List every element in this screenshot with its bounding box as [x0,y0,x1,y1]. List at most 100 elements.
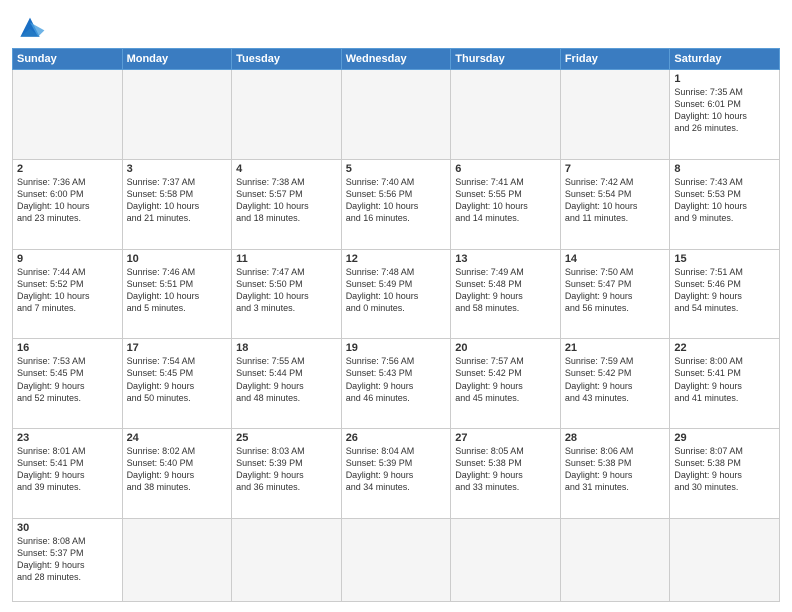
day-info: Sunrise: 7:37 AM Sunset: 5:58 PM Dayligh… [127,176,228,225]
day-number: 27 [455,432,556,444]
day-number: 1 [674,73,775,85]
logo-icon [14,14,46,42]
calendar-cell [13,70,123,160]
day-number: 25 [236,432,337,444]
day-number: 19 [346,342,447,354]
day-number: 23 [17,432,118,444]
day-info: Sunrise: 7:59 AM Sunset: 5:42 PM Dayligh… [565,355,666,404]
day-number: 30 [17,522,118,534]
calendar-cell [560,518,670,601]
calendar-cell: 1Sunrise: 7:35 AM Sunset: 6:01 PM Daylig… [670,70,780,160]
calendar-cell: 27Sunrise: 8:05 AM Sunset: 5:38 PM Dayli… [451,429,561,519]
calendar-cell: 25Sunrise: 8:03 AM Sunset: 5:39 PM Dayli… [232,429,342,519]
day-info: Sunrise: 7:57 AM Sunset: 5:42 PM Dayligh… [455,355,556,404]
day-info: Sunrise: 7:41 AM Sunset: 5:55 PM Dayligh… [455,176,556,225]
calendar-cell: 30Sunrise: 8:08 AM Sunset: 5:37 PM Dayli… [13,518,123,601]
day-info: Sunrise: 7:55 AM Sunset: 5:44 PM Dayligh… [236,355,337,404]
day-info: Sunrise: 8:04 AM Sunset: 5:39 PM Dayligh… [346,445,447,494]
day-number: 18 [236,342,337,354]
day-number: 4 [236,163,337,175]
day-number: 3 [127,163,228,175]
day-info: Sunrise: 7:35 AM Sunset: 6:01 PM Dayligh… [674,86,775,135]
day-number: 10 [127,253,228,265]
day-info: Sunrise: 7:49 AM Sunset: 5:48 PM Dayligh… [455,266,556,315]
calendar-cell: 6Sunrise: 7:41 AM Sunset: 5:55 PM Daylig… [451,159,561,249]
calendar-cell: 13Sunrise: 7:49 AM Sunset: 5:48 PM Dayli… [451,249,561,339]
day-number: 6 [455,163,556,175]
day-info: Sunrise: 7:42 AM Sunset: 5:54 PM Dayligh… [565,176,666,225]
calendar-cell [670,518,780,601]
calendar-cell: 10Sunrise: 7:46 AM Sunset: 5:51 PM Dayli… [122,249,232,339]
calendar-cell: 4Sunrise: 7:38 AM Sunset: 5:57 PM Daylig… [232,159,342,249]
calendar-cell: 15Sunrise: 7:51 AM Sunset: 5:46 PM Dayli… [670,249,780,339]
day-info: Sunrise: 7:38 AM Sunset: 5:57 PM Dayligh… [236,176,337,225]
col-friday: Friday [560,49,670,70]
day-number: 29 [674,432,775,444]
calendar-cell [122,518,232,601]
col-monday: Monday [122,49,232,70]
calendar-header-row: Sunday Monday Tuesday Wednesday Thursday… [13,49,780,70]
calendar-cell: 8Sunrise: 7:43 AM Sunset: 5:53 PM Daylig… [670,159,780,249]
col-thursday: Thursday [451,49,561,70]
col-tuesday: Tuesday [232,49,342,70]
calendar-cell: 23Sunrise: 8:01 AM Sunset: 5:41 PM Dayli… [13,429,123,519]
day-info: Sunrise: 7:47 AM Sunset: 5:50 PM Dayligh… [236,266,337,315]
day-info: Sunrise: 7:53 AM Sunset: 5:45 PM Dayligh… [17,355,118,404]
calendar-cell: 28Sunrise: 8:06 AM Sunset: 5:38 PM Dayli… [560,429,670,519]
calendar-cell [341,518,451,601]
day-number: 7 [565,163,666,175]
calendar-cell [341,70,451,160]
day-info: Sunrise: 7:56 AM Sunset: 5:43 PM Dayligh… [346,355,447,404]
calendar-cell: 22Sunrise: 8:00 AM Sunset: 5:41 PM Dayli… [670,339,780,429]
calendar-cell: 26Sunrise: 8:04 AM Sunset: 5:39 PM Dayli… [341,429,451,519]
calendar-cell [232,518,342,601]
day-number: 22 [674,342,775,354]
calendar-cell [560,70,670,160]
calendar-cell: 11Sunrise: 7:47 AM Sunset: 5:50 PM Dayli… [232,249,342,339]
col-sunday: Sunday [13,49,123,70]
day-number: 17 [127,342,228,354]
day-number: 14 [565,253,666,265]
calendar-cell: 12Sunrise: 7:48 AM Sunset: 5:49 PM Dayli… [341,249,451,339]
calendar-cell: 14Sunrise: 7:50 AM Sunset: 5:47 PM Dayli… [560,249,670,339]
calendar-cell: 2Sunrise: 7:36 AM Sunset: 6:00 PM Daylig… [13,159,123,249]
day-number: 5 [346,163,447,175]
header [12,10,780,42]
calendar-cell: 7Sunrise: 7:42 AM Sunset: 5:54 PM Daylig… [560,159,670,249]
day-info: Sunrise: 7:50 AM Sunset: 5:47 PM Dayligh… [565,266,666,315]
calendar-cell: 19Sunrise: 7:56 AM Sunset: 5:43 PM Dayli… [341,339,451,429]
day-info: Sunrise: 8:02 AM Sunset: 5:40 PM Dayligh… [127,445,228,494]
calendar-cell: 21Sunrise: 7:59 AM Sunset: 5:42 PM Dayli… [560,339,670,429]
day-number: 28 [565,432,666,444]
day-number: 15 [674,253,775,265]
calendar-cell: 9Sunrise: 7:44 AM Sunset: 5:52 PM Daylig… [13,249,123,339]
day-info: Sunrise: 8:06 AM Sunset: 5:38 PM Dayligh… [565,445,666,494]
calendar-cell: 18Sunrise: 7:55 AM Sunset: 5:44 PM Dayli… [232,339,342,429]
calendar-cell: 29Sunrise: 8:07 AM Sunset: 5:38 PM Dayli… [670,429,780,519]
day-info: Sunrise: 8:00 AM Sunset: 5:41 PM Dayligh… [674,355,775,404]
day-number: 20 [455,342,556,354]
day-info: Sunrise: 8:08 AM Sunset: 5:37 PM Dayligh… [17,535,118,584]
day-info: Sunrise: 7:44 AM Sunset: 5:52 PM Dayligh… [17,266,118,315]
col-wednesday: Wednesday [341,49,451,70]
day-info: Sunrise: 8:05 AM Sunset: 5:38 PM Dayligh… [455,445,556,494]
day-info: Sunrise: 8:03 AM Sunset: 5:39 PM Dayligh… [236,445,337,494]
day-info: Sunrise: 7:51 AM Sunset: 5:46 PM Dayligh… [674,266,775,315]
calendar-cell [451,518,561,601]
calendar-cell: 16Sunrise: 7:53 AM Sunset: 5:45 PM Dayli… [13,339,123,429]
calendar-cell [232,70,342,160]
day-number: 11 [236,253,337,265]
day-number: 9 [17,253,118,265]
day-number: 8 [674,163,775,175]
page: Sunday Monday Tuesday Wednesday Thursday… [0,0,792,612]
calendar-cell: 24Sunrise: 8:02 AM Sunset: 5:40 PM Dayli… [122,429,232,519]
day-info: Sunrise: 7:40 AM Sunset: 5:56 PM Dayligh… [346,176,447,225]
day-number: 16 [17,342,118,354]
day-number: 13 [455,253,556,265]
day-info: Sunrise: 7:43 AM Sunset: 5:53 PM Dayligh… [674,176,775,225]
day-info: Sunrise: 7:54 AM Sunset: 5:45 PM Dayligh… [127,355,228,404]
calendar-cell [122,70,232,160]
day-number: 12 [346,253,447,265]
calendar-cell: 17Sunrise: 7:54 AM Sunset: 5:45 PM Dayli… [122,339,232,429]
calendar-cell: 20Sunrise: 7:57 AM Sunset: 5:42 PM Dayli… [451,339,561,429]
